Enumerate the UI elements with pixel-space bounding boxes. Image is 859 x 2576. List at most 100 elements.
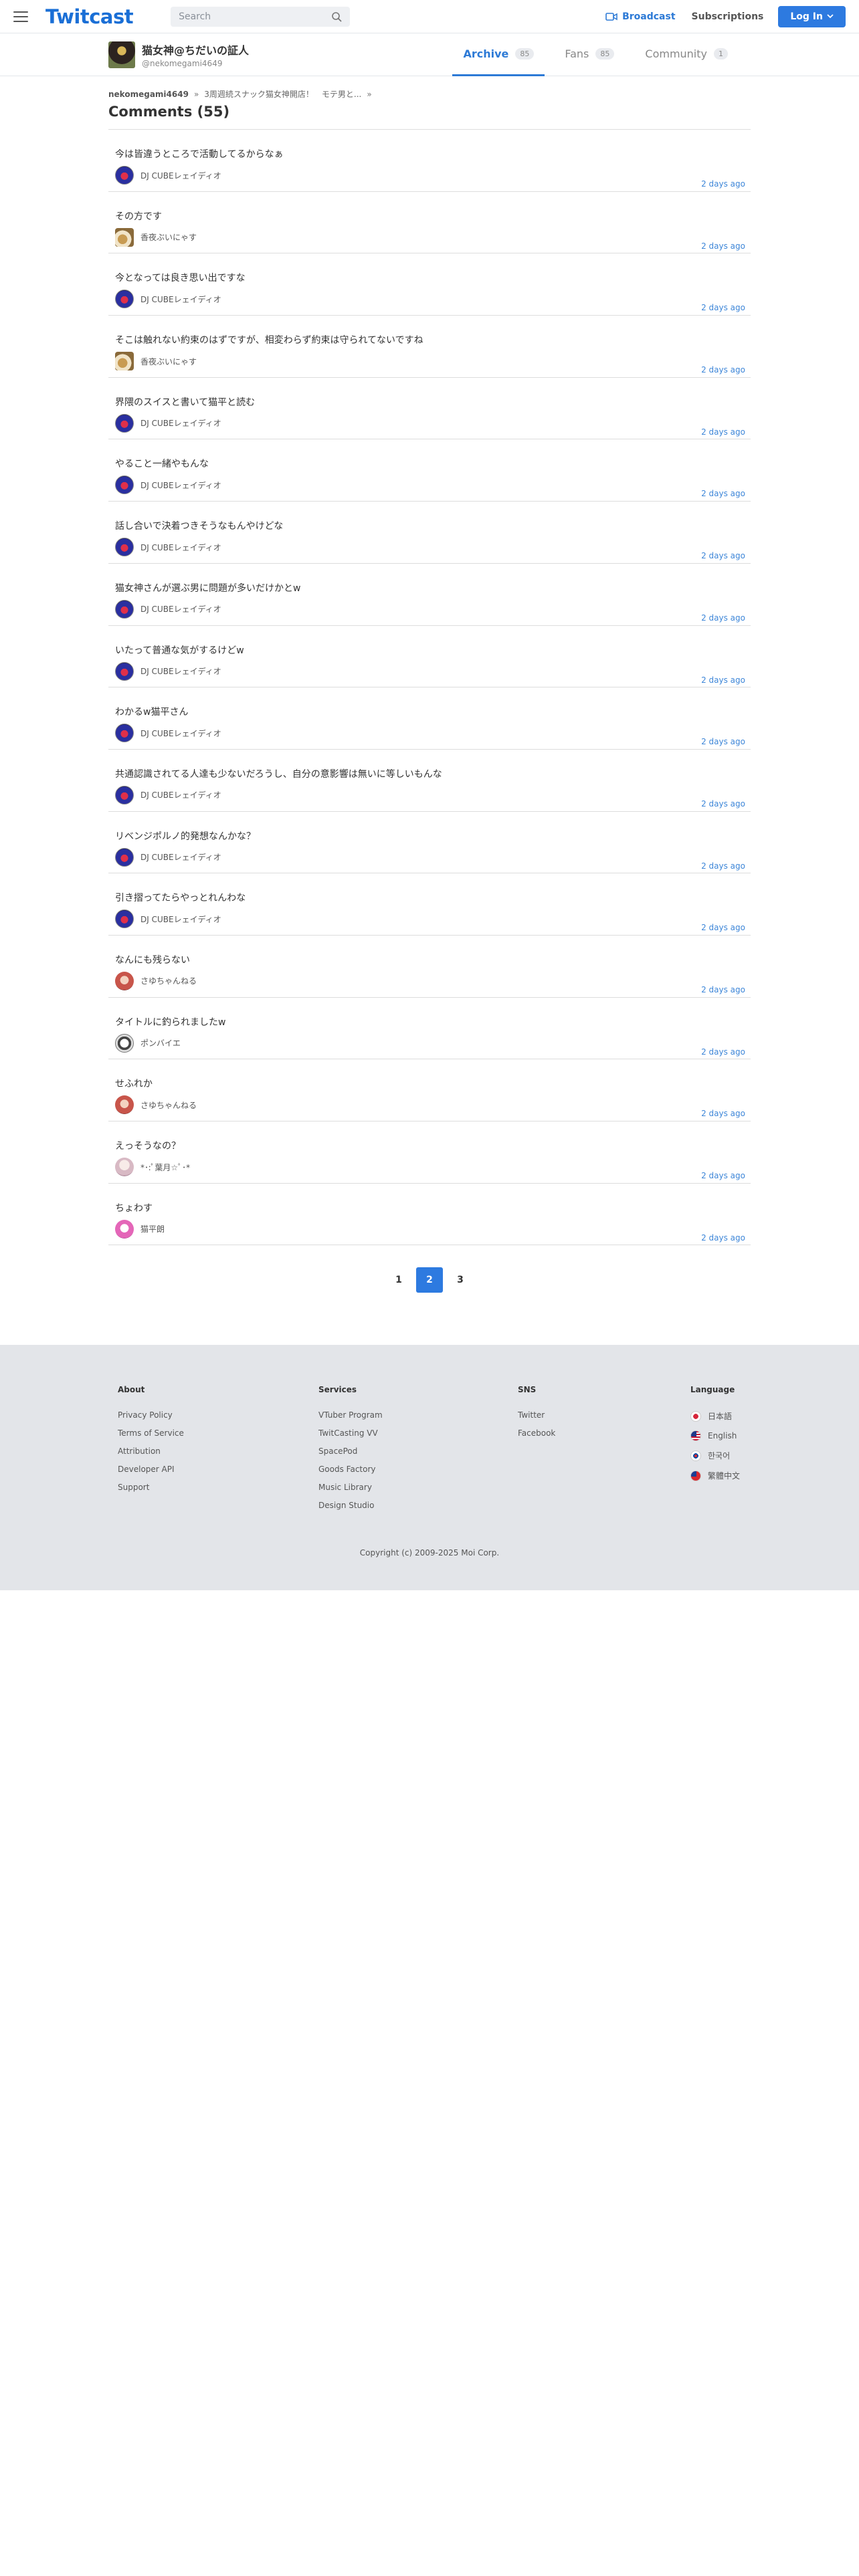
commenter-avatar[interactable] (115, 971, 134, 990)
footer-link-spacepod[interactable]: SpacePod (318, 1446, 518, 1456)
commenter-name[interactable]: 香夜ぶいにゃす (140, 356, 197, 367)
language-chinese[interactable]: 繁體中文 (690, 1470, 740, 1481)
tab-fans[interactable]: Fans 85 (554, 33, 625, 76)
comment-time[interactable]: 2 days ago (701, 303, 745, 312)
comment-author[interactable]: DJ CUBEレェイディオ (115, 413, 221, 433)
comment-author[interactable]: DJ CUBEレェイディオ (115, 847, 221, 867)
subscriptions-link[interactable]: Subscriptions (692, 11, 764, 22)
comment-author[interactable]: DJ CUBEレェイディオ (115, 538, 221, 557)
comment-author[interactable]: DJ CUBEレェイディオ (115, 290, 221, 309)
commenter-name[interactable]: *･:ﾟ葉月☆ﾟ･* (140, 1162, 190, 1173)
comment-author[interactable]: DJ CUBEレェイディオ (115, 724, 221, 743)
commenter-name[interactable]: DJ CUBEレェイディオ (140, 170, 221, 181)
search-icon[interactable] (331, 11, 342, 22)
user-profile[interactable]: 猫女神@ちだいの証人 @nekomegami4649 (108, 33, 249, 76)
comment-author[interactable]: DJ CUBEレェイディオ (115, 599, 221, 619)
footer-link-goods-factory[interactable]: Goods Factory (318, 1465, 518, 1474)
comment-time[interactable]: 2 days ago (701, 241, 745, 251)
footer-link-privacy[interactable]: Privacy Policy (118, 1410, 318, 1420)
commenter-avatar[interactable] (115, 1158, 134, 1176)
commenter-avatar[interactable] (115, 847, 134, 867)
commenter-avatar[interactable] (115, 1033, 134, 1053)
footer-link-music-library[interactable]: Music Library (318, 1483, 518, 1492)
comment-time[interactable]: 2 days ago (701, 1233, 745, 1243)
comment-time[interactable]: 2 days ago (701, 923, 745, 932)
comment-time[interactable]: 2 days ago (701, 551, 745, 560)
comment-author[interactable]: DJ CUBEレェイディオ (115, 475, 221, 495)
comment-time[interactable]: 2 days ago (701, 799, 745, 809)
comment-author[interactable]: さゆちゃんねる (115, 971, 197, 990)
broadcast-button[interactable]: Broadcast (605, 11, 676, 22)
comment-author[interactable]: DJ CUBEレェイディオ (115, 785, 221, 804)
commenter-avatar[interactable] (115, 166, 134, 185)
comment-time[interactable]: 2 days ago (701, 365, 745, 374)
commenter-avatar[interactable] (115, 352, 134, 371)
comment-time[interactable]: 2 days ago (701, 427, 745, 437)
footer-link-design-studio[interactable]: Design Studio (318, 1501, 518, 1510)
commenter-avatar[interactable] (115, 475, 134, 495)
comment-time[interactable]: 2 days ago (701, 1047, 745, 1057)
comment-time[interactable]: 2 days ago (701, 861, 745, 871)
commenter-name[interactable]: DJ CUBEレェイディオ (140, 789, 221, 800)
language-english[interactable]: English (690, 1430, 740, 1442)
commenter-avatar[interactable] (115, 909, 134, 929)
language-korean[interactable]: 한국어 (690, 1450, 740, 1461)
commenter-name[interactable]: DJ CUBEレェイディオ (140, 851, 221, 863)
comment-author[interactable]: さゆちゃんねる (115, 1095, 197, 1115)
comment-time[interactable]: 2 days ago (701, 489, 745, 498)
tab-archive[interactable]: Archive 85 (452, 33, 545, 76)
comment-author[interactable]: DJ CUBEレェイディオ (115, 909, 221, 929)
footer-link-support[interactable]: Support (118, 1483, 318, 1492)
commenter-avatar[interactable] (115, 1219, 134, 1239)
commenter-avatar[interactable] (115, 538, 134, 557)
commenter-avatar[interactable] (115, 290, 134, 309)
commenter-name[interactable]: DJ CUBEレェイディオ (140, 914, 221, 925)
comment-author[interactable]: DJ CUBEレェイディオ (115, 166, 221, 185)
commenter-avatar[interactable] (115, 785, 134, 804)
commenter-name[interactable]: DJ CUBEレェイディオ (140, 542, 221, 553)
search-box[interactable] (171, 6, 351, 27)
comment-author[interactable]: DJ CUBEレェイディオ (115, 661, 221, 681)
comment-time[interactable]: 2 days ago (701, 1171, 745, 1180)
tab-community[interactable]: Community 1 (634, 33, 739, 76)
comment-author[interactable]: 猫平朗 (115, 1219, 165, 1239)
comment-time[interactable]: 2 days ago (701, 613, 745, 623)
breadcrumb-movie[interactable]: 3周週続スナック猫女神開店！ モテ男と... (204, 88, 361, 100)
comment-time[interactable]: 2 days ago (701, 737, 745, 746)
footer-link-attribution[interactable]: Attribution (118, 1446, 318, 1456)
twitcast-logo[interactable]: Twitcast (45, 5, 134, 28)
commenter-avatar[interactable] (115, 599, 134, 619)
search-input[interactable] (179, 11, 332, 22)
breadcrumb-user[interactable]: nekomegami4649 (108, 90, 189, 99)
footer-link-developer-api[interactable]: Developer API (118, 1465, 318, 1474)
page-3-button[interactable]: 3 (447, 1267, 474, 1293)
footer-link-facebook[interactable]: Facebook (518, 1428, 690, 1438)
footer-link-twitter[interactable]: Twitter (518, 1410, 690, 1420)
page-1-button[interactable]: 1 (385, 1267, 412, 1293)
commenter-name[interactable]: 猫平朗 (140, 1223, 165, 1235)
user-avatar[interactable] (108, 41, 135, 68)
comment-time[interactable]: 2 days ago (701, 179, 745, 189)
commenter-avatar[interactable] (115, 724, 134, 743)
commenter-name[interactable]: DJ CUBEレェイディオ (140, 417, 221, 429)
commenter-name[interactable]: DJ CUBEレェイディオ (140, 294, 221, 305)
commenter-name[interactable]: さゆちゃんねる (140, 975, 197, 986)
menu-icon[interactable] (13, 11, 28, 22)
commenter-name[interactable]: DJ CUBEレェイディオ (140, 665, 221, 677)
commenter-name[interactable]: さゆちゃんねる (140, 1099, 197, 1111)
comment-time[interactable]: 2 days ago (701, 675, 745, 685)
login-button[interactable]: Log In (778, 5, 846, 27)
commenter-name[interactable]: DJ CUBEレェイディオ (140, 479, 221, 491)
comment-author[interactable]: ポンバイエ (115, 1033, 181, 1053)
commenter-avatar[interactable] (115, 661, 134, 681)
page-2-button[interactable]: 2 (416, 1267, 443, 1293)
language-japanese[interactable]: 日本語 (690, 1410, 740, 1422)
commenter-name[interactable]: 香夜ぶいにゃす (140, 231, 197, 243)
commenter-name[interactable]: ポンバイエ (140, 1037, 181, 1049)
commenter-name[interactable]: DJ CUBEレェイディオ (140, 728, 221, 739)
commenter-name[interactable]: DJ CUBEレェイディオ (140, 603, 221, 615)
comment-author[interactable]: 香夜ぶいにゃす (115, 352, 197, 371)
comment-time[interactable]: 2 days ago (701, 1109, 745, 1118)
comment-author[interactable]: 香夜ぶいにゃす (115, 227, 197, 247)
footer-link-twitcasting-vv[interactable]: TwitCasting VV (318, 1428, 518, 1438)
